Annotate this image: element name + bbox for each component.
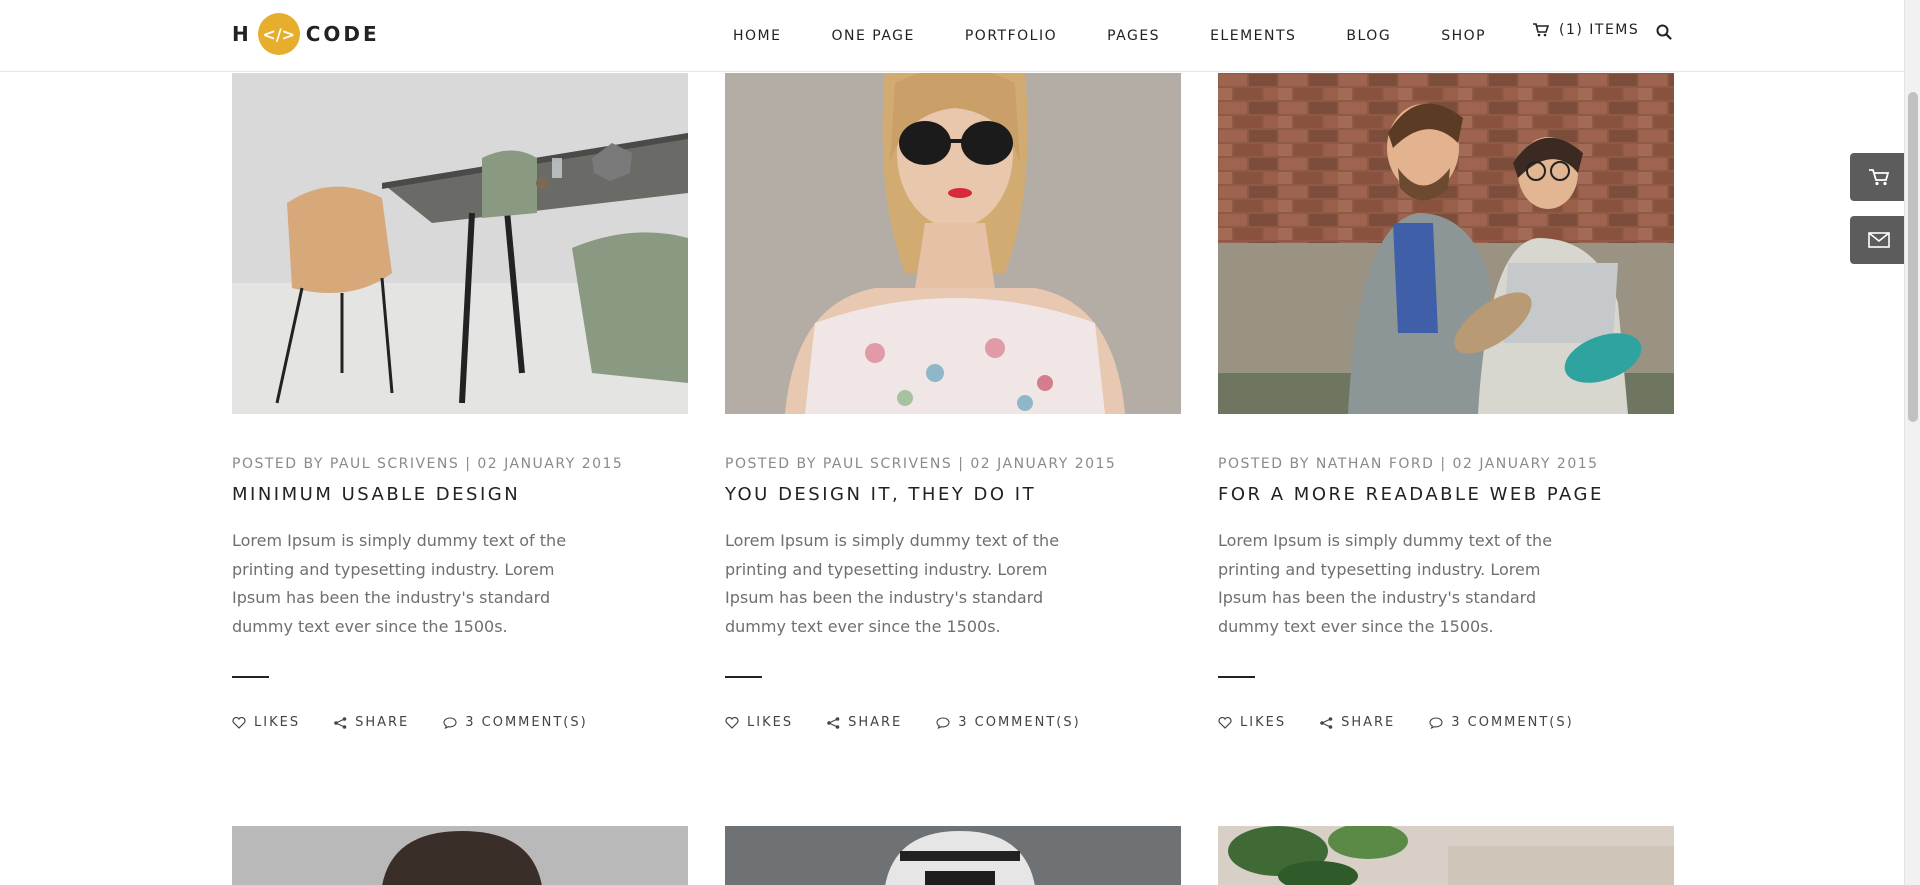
share-label: SHARE: [848, 715, 903, 730]
logo-letter-h: H: [232, 22, 252, 46]
site-logo[interactable]: H </> CODE: [232, 12, 380, 56]
site-header: H </> CODE HOME ONE PAGE PORTFOLIO PAGES…: [0, 0, 1904, 72]
divider: [232, 676, 269, 678]
post-actions: LIKES SHARE 3 COMMENT(S): [1218, 715, 1674, 730]
share-icon: [1320, 716, 1333, 729]
share-label: SHARE: [355, 715, 410, 730]
nav-item-one-page[interactable]: ONE PAGE: [831, 28, 914, 44]
comments-button[interactable]: 3 COMMENT(S): [1429, 715, 1573, 730]
post-meta: POSTED BY PAUL SCRIVENS | 02 JANUARY 201…: [725, 456, 1117, 472]
nav-item-pages[interactable]: PAGES: [1107, 28, 1160, 44]
post-meta: POSTED BY NATHAN FORD | 02 JANUARY 2015: [1218, 456, 1599, 472]
cart-icon: [1533, 23, 1549, 37]
scrollbar-thumb[interactable]: [1908, 92, 1918, 422]
post-image-plant[interactable]: [1218, 826, 1674, 885]
divider: [725, 676, 762, 678]
post-image-hat[interactable]: [725, 826, 1181, 885]
likes-label: LIKES: [1240, 715, 1287, 730]
header-cart[interactable]: (1) ITEMS: [1533, 22, 1639, 38]
comments-label: 3 COMMENT(S): [465, 715, 588, 730]
post-excerpt: Lorem Ipsum is simply dummy text of the …: [725, 531, 1060, 636]
comment-icon: [936, 716, 950, 729]
divider: [1218, 676, 1255, 678]
shopping-cart-icon: [1869, 169, 1890, 186]
heart-icon: [1218, 716, 1232, 729]
nav-item-home[interactable]: HOME: [733, 28, 781, 44]
cart-count-label: (1) ITEMS: [1559, 22, 1640, 38]
comment-icon: [443, 716, 457, 729]
post-image-couple[interactable]: [1218, 73, 1674, 414]
likes-button[interactable]: LIKES: [1218, 715, 1286, 730]
blog-post-card: POSTED BY PAUL SCRIVENS | 02 JANUARY 201…: [725, 73, 1181, 730]
comments-label: 3 COMMENT(S): [1451, 715, 1574, 730]
side-contact-button[interactable]: [1850, 216, 1908, 264]
post-photo: [1218, 826, 1674, 885]
heart-icon: [725, 716, 739, 729]
envelope-icon: [1868, 232, 1890, 248]
nav-item-blog[interactable]: BLOG: [1346, 28, 1391, 44]
comments-label: 3 COMMENT(S): [958, 715, 1081, 730]
post-photo: [725, 826, 1181, 885]
post-title[interactable]: FOR A MORE READABLE WEB PAGE: [1218, 484, 1674, 505]
share-button[interactable]: SHARE: [334, 715, 409, 730]
post-photo: [1218, 73, 1674, 414]
post-actions: LIKES SHARE 3 COMMENT(S): [232, 715, 688, 730]
post-photo: [232, 73, 688, 414]
post-actions: LIKES SHARE 3 COMMENT(S): [725, 715, 1181, 730]
post-photo: [232, 826, 688, 885]
search-button[interactable]: [1656, 24, 1672, 44]
likes-button[interactable]: LIKES: [232, 715, 300, 730]
heart-icon: [232, 716, 246, 729]
nav-item-portfolio[interactable]: PORTFOLIO: [965, 28, 1057, 44]
share-icon: [334, 716, 347, 729]
post-image-man[interactable]: [232, 826, 688, 885]
comments-button[interactable]: 3 COMMENT(S): [443, 715, 587, 730]
blog-post-card: POSTED BY PAUL SCRIVENS | 02 JANUARY 201…: [232, 73, 688, 730]
post-excerpt: Lorem Ipsum is simply dummy text of the …: [1218, 531, 1553, 636]
nav-item-elements[interactable]: ELEMENTS: [1210, 28, 1296, 44]
blog-post-card: POSTED BY NATHAN FORD | 02 JANUARY 2015 …: [1218, 73, 1674, 730]
share-icon: [827, 716, 840, 729]
post-image-chairs[interactable]: [232, 73, 688, 414]
likes-button[interactable]: LIKES: [725, 715, 793, 730]
post-meta: POSTED BY PAUL SCRIVENS | 02 JANUARY 201…: [232, 456, 624, 472]
logo-text-code: CODE: [305, 22, 380, 46]
share-button[interactable]: SHARE: [827, 715, 902, 730]
main-nav: HOME ONE PAGE PORTFOLIO PAGES ELEMENTS B…: [733, 0, 1536, 72]
nav-item-shop[interactable]: SHOP: [1441, 28, 1486, 44]
comment-icon: [1429, 716, 1443, 729]
share-button[interactable]: SHARE: [1320, 715, 1395, 730]
comments-button[interactable]: 3 COMMENT(S): [936, 715, 1080, 730]
post-excerpt: Lorem Ipsum is simply dummy text of the …: [232, 531, 567, 636]
post-title[interactable]: MINIMUM USABLE DESIGN: [232, 484, 688, 505]
post-photo: [725, 73, 1181, 414]
post-image-model[interactable]: [725, 73, 1181, 414]
likes-label: LIKES: [254, 715, 301, 730]
side-cart-button[interactable]: [1850, 153, 1908, 201]
code-icon: </>: [257, 13, 300, 55]
share-label: SHARE: [1341, 715, 1396, 730]
likes-label: LIKES: [747, 715, 794, 730]
post-title[interactable]: YOU DESIGN IT, THEY DO IT: [725, 484, 1181, 505]
page-scrollbar[interactable]: [1904, 0, 1920, 885]
search-icon: [1656, 24, 1672, 40]
